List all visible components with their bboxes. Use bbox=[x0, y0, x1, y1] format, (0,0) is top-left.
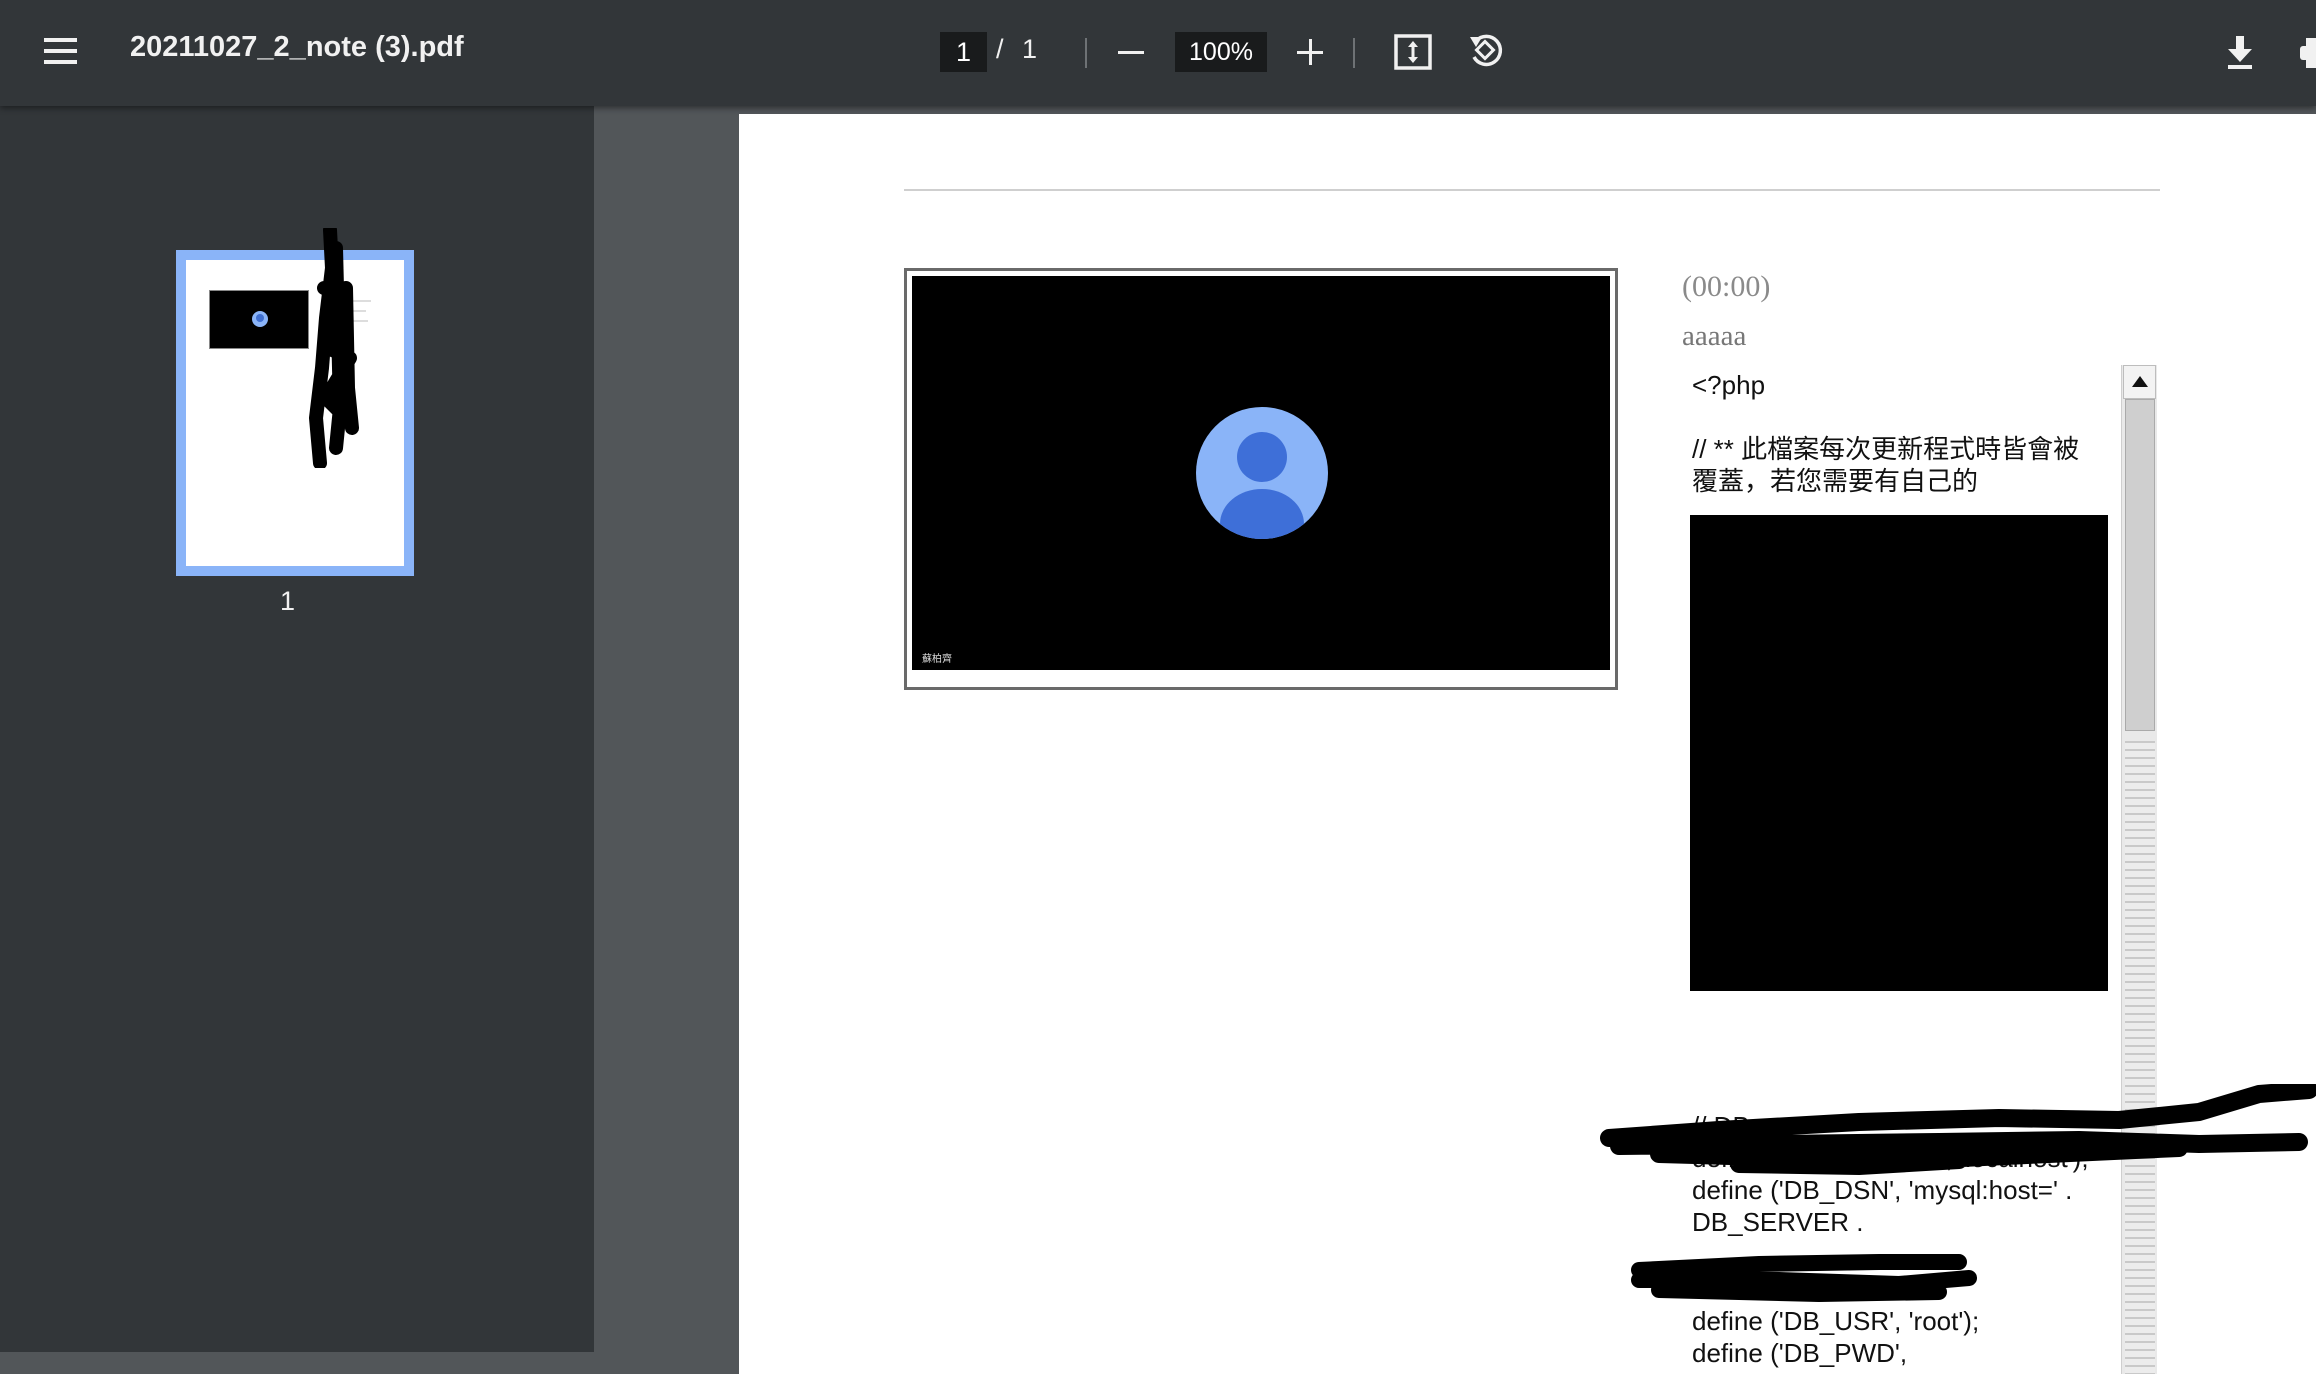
fit-page-button[interactable] bbox=[1394, 33, 1434, 71]
note-timestamp: (00:00) bbox=[1682, 270, 1771, 303]
zoom-out-button[interactable] bbox=[1117, 37, 1147, 67]
download-button[interactable] bbox=[2225, 34, 2255, 70]
thumbnail-video bbox=[209, 290, 309, 349]
thumbnail-page-number: 1 bbox=[280, 586, 296, 616]
zoom-in-button[interactable] bbox=[1296, 37, 1326, 67]
menu-icon[interactable] bbox=[44, 38, 80, 66]
minus-icon bbox=[1118, 51, 1144, 54]
page-thumbnail[interactable] bbox=[176, 228, 414, 576]
avatar-icon bbox=[1196, 407, 1328, 539]
thumbnail-sidebar: 1 bbox=[0, 106, 594, 1352]
pdf-toolbar: 20211027_2_note (3).pdf 1 / 1 100% bbox=[0, 0, 2316, 106]
page-divider-line bbox=[904, 189, 2160, 191]
rotate-button[interactable] bbox=[1466, 31, 1506, 71]
speaker-name: 蘇柏齊 bbox=[922, 654, 952, 665]
note-text: aaaaa bbox=[1682, 320, 1747, 352]
document-title: 20211027_2_note (3).pdf bbox=[130, 31, 464, 63]
rotate-icon bbox=[1470, 34, 1503, 67]
video-snapshot: 蘇柏齊 bbox=[904, 268, 1618, 690]
thumbnail-page bbox=[186, 260, 404, 566]
download-icon bbox=[2228, 36, 2252, 69]
print-icon bbox=[2300, 38, 2316, 68]
code-comment: // ** 此檔案每次更新程式時皆會被覆蓋，若您需要有自己的 bbox=[1692, 434, 2080, 496]
scroll-thumb[interactable] bbox=[2125, 399, 2155, 731]
video-screen: 蘇柏齊 bbox=[912, 276, 1610, 670]
scroll-up-arrow-icon[interactable] bbox=[2123, 365, 2156, 399]
page-total: 1 bbox=[1022, 34, 1038, 64]
code-line: <?php bbox=[1692, 370, 1766, 400]
thumbnail-redaction-scribble bbox=[309, 228, 359, 468]
page-separator: / bbox=[996, 34, 1004, 64]
zoom-level-input[interactable]: 100% bbox=[1175, 32, 1267, 72]
toolbar-divider bbox=[1085, 38, 1087, 68]
fit-page-icon bbox=[1394, 34, 1432, 70]
pdf-page: 蘇柏齊 (00:00) aaaaa <?php // ** 此檔案每次更新程式時… bbox=[739, 114, 2316, 1374]
page-number-input[interactable]: 1 bbox=[940, 32, 987, 72]
redaction-block bbox=[1690, 515, 2108, 991]
redaction-scribble bbox=[1600, 1084, 2316, 1302]
print-button[interactable] bbox=[2298, 36, 2316, 70]
toolbar-divider bbox=[1353, 38, 1355, 68]
